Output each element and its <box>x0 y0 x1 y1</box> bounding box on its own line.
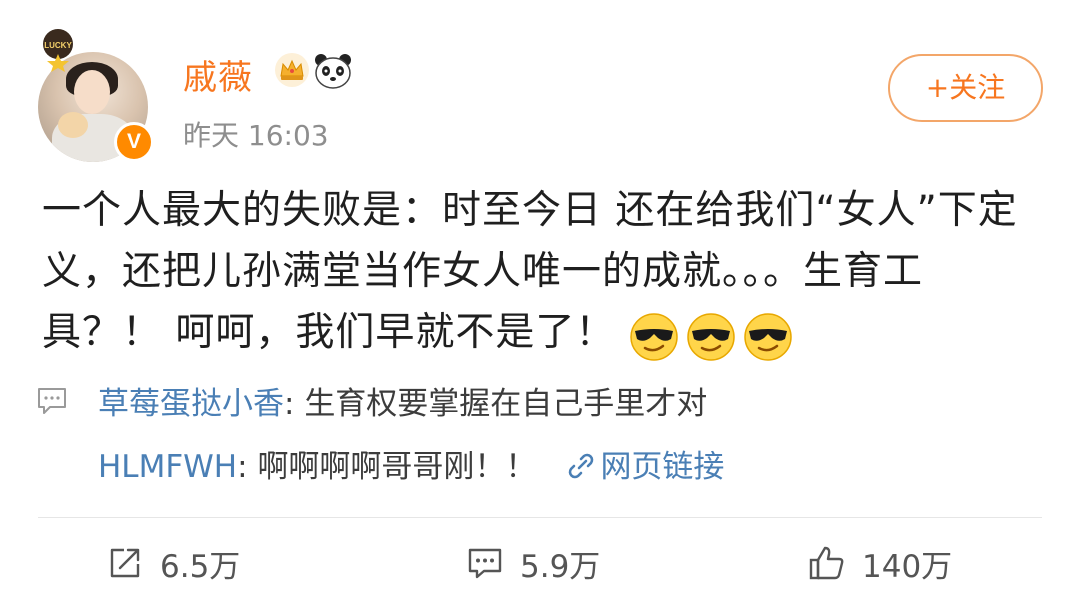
verified-badge: V <box>114 122 154 162</box>
comment-item: HLMFWH: 啊啊啊啊哥哥刚！！ 网页链接 <box>98 441 724 486</box>
divider <box>38 517 1042 518</box>
post-timestamp: 昨天 16:03 <box>183 119 329 152</box>
comment-bubble-icon <box>38 388 66 414</box>
comment-author[interactable]: HLMFWH <box>98 449 237 485</box>
cool-emoji-icon <box>630 312 679 361</box>
lucky-badge-icon: LUCKY <box>43 29 73 72</box>
avatar-badge-text: LUCKY <box>44 41 72 50</box>
crown-icon <box>275 53 309 87</box>
like-button[interactable]: 140万 <box>808 540 952 586</box>
emoji-row <box>629 304 800 365</box>
comment-text: 啊啊啊啊哥哥刚！！ <box>257 449 537 485</box>
web-link-label: 网页链接 <box>600 449 725 485</box>
comment-count: 5.9万 <box>520 548 601 585</box>
comment-author[interactable]: 草莓蛋挞小香 <box>98 386 284 422</box>
comment-item: 草莓蛋挞小香: 生育权要掌握在自己手里才对 <box>98 378 707 423</box>
cool-emoji-icon <box>687 312 736 361</box>
link-icon <box>569 453 594 479</box>
panda-icon <box>315 54 351 89</box>
post-text: 一个人最大的失败是：时至今日 还在给我们“女人”下定义，还把儿孙满堂当作女人唯一… <box>42 188 1018 355</box>
comment-separator: : <box>284 386 305 422</box>
share-count: 6.5万 <box>160 548 241 585</box>
follow-button[interactable]: +关注 <box>888 54 1043 122</box>
cool-emoji-icon <box>744 312 793 361</box>
share-icon <box>110 548 140 578</box>
like-count: 140万 <box>862 548 953 585</box>
post-content: 一个人最大的失败是：时至今日 还在给我们“女人”下定义，还把儿孙满堂当作女人唯一… <box>42 180 1042 365</box>
thumbs-up-icon <box>809 546 844 580</box>
web-link[interactable]: 网页链接 <box>566 449 724 485</box>
comment-separator: : <box>237 449 258 485</box>
author-name[interactable]: 戚薇 <box>183 50 253 99</box>
comment-icon <box>468 548 502 579</box>
author-avatar[interactable]: LUCKY V <box>36 26 154 162</box>
comment-button[interactable]: 5.9万 <box>466 540 600 586</box>
share-button[interactable]: 6.5万 <box>106 540 240 586</box>
comment-text: 生育权要掌握在自己手里才对 <box>304 386 708 422</box>
